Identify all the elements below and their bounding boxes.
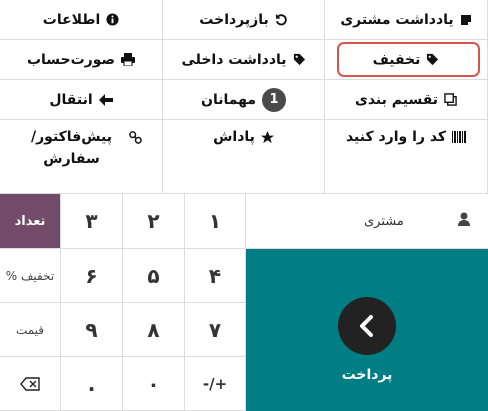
info-label: اطلاعات — [42, 11, 101, 28]
quantity-mode-button[interactable]: تعداد — [0, 194, 61, 249]
user-icon — [458, 212, 470, 230]
customer-note-button[interactable]: یادداشت مشتری — [325, 0, 488, 40]
bill-button[interactable]: صورت‌حساب — [0, 40, 163, 80]
payment-button[interactable]: پرداخت — [246, 249, 488, 411]
reward-button[interactable]: پاداش — [163, 120, 325, 194]
numpad-key-7[interactable]: ۷ — [185, 303, 246, 357]
payment-label: پرداخت — [341, 367, 393, 383]
backspace-icon — [20, 372, 40, 396]
refund-button[interactable]: بازپرداخت — [163, 0, 325, 40]
transfer-label: انتقال — [49, 91, 93, 108]
undo-icon — [275, 13, 288, 26]
barcode-icon — [452, 131, 467, 143]
numpad-key-2[interactable]: ۲ — [123, 194, 185, 249]
enter-code-button[interactable]: کد را وارد کنید — [325, 120, 488, 194]
customer-label: مشتری — [364, 213, 404, 229]
link-icon — [129, 131, 142, 144]
numpad: ۱ ۲ ۳ تعداد ۴ ۵ ۶ % تخفیف ۷ ۸ ۹ قیمت -/+… — [0, 194, 246, 411]
reward-label: پاداش — [213, 129, 255, 145]
quotation-order-label: پیش‌فاکتور/سفارش — [31, 129, 112, 167]
enter-code-label: کد را وارد کنید — [345, 129, 447, 145]
quotation-order-button[interactable]: پیش‌فاکتور/سفارش — [0, 120, 163, 194]
numpad-key-1[interactable]: ۱ — [185, 194, 246, 249]
bill-label: صورت‌حساب — [26, 51, 116, 68]
numpad-key-9[interactable]: ۹ — [61, 303, 123, 357]
split-button[interactable]: تقسیم بندی — [325, 80, 488, 120]
arrow-left-icon — [98, 93, 113, 106]
backspace-button[interactable] — [0, 357, 61, 411]
numpad-key-8[interactable]: ۸ — [123, 303, 185, 357]
discount-mode-button[interactable]: % تخفیف — [0, 249, 61, 303]
guests-button[interactable]: 1 مهمانان — [163, 80, 325, 120]
info-button[interactable]: اطلاعات — [0, 0, 163, 40]
internal-note-button[interactable]: یادداشت داخلی — [163, 40, 325, 80]
numpad-key-5[interactable]: ۵ — [123, 249, 185, 303]
guest-count-badge: 1 — [262, 87, 287, 112]
numpad-key-decimal[interactable]: . — [61, 357, 123, 411]
customer-note-label: یادداشت مشتری — [340, 11, 454, 28]
numpad-key-0[interactable]: ۰ — [123, 357, 185, 411]
numpad-key-3[interactable]: ۳ — [61, 194, 123, 249]
internal-note-label: یادداشت داخلی — [181, 51, 287, 68]
guests-label: مهمانان — [201, 91, 257, 108]
customer-button[interactable]: مشتری — [246, 194, 488, 249]
numpad-key-sign[interactable]: -/+ — [185, 357, 246, 411]
price-mode-button[interactable]: قیمت — [0, 303, 61, 357]
printer-icon — [121, 53, 136, 66]
note-icon — [460, 14, 472, 26]
star-icon — [260, 131, 274, 144]
tag-icon — [293, 53, 306, 66]
control-buttons-grid: یادداشت مشتری بازپرداخت اطلاعات تخفیف یا… — [0, 0, 488, 194]
info-icon — [106, 13, 119, 26]
numpad-key-4[interactable]: ۴ — [185, 249, 246, 303]
copy-icon — [444, 93, 457, 106]
transfer-button[interactable]: انتقال — [0, 80, 163, 120]
numpad-key-6[interactable]: ۶ — [61, 249, 123, 303]
refund-label: بازپرداخت — [199, 11, 269, 28]
discount-highlight — [337, 42, 480, 77]
split-label: تقسیم بندی — [354, 91, 439, 108]
chevron-right-icon — [338, 297, 396, 355]
